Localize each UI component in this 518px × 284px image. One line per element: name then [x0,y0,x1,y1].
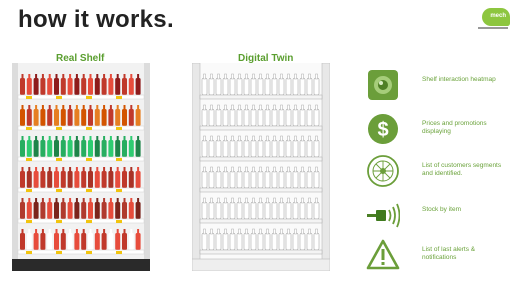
feature-prices: $ Prices and promotions displaying [360,112,510,148]
feature-label: Prices and promotions displaying [422,120,487,135]
feature-label: List of customers segments and identifie… [422,162,502,177]
heatmap-icon [368,70,398,100]
logo-text: mech [490,13,506,19]
digital-twin-image [191,62,331,272]
feature-label: Shelf interaction heatmap [422,76,496,83]
feature-segments: List of customers segments and identifie… [360,154,510,190]
brand-logo: mech [476,8,510,34]
page-title: how it works. [18,6,174,33]
alert-icon [366,239,400,270]
svg-text:$: $ [377,119,388,141]
real-shelf-image [12,63,150,271]
stock-signal-icon [367,203,400,228]
feature-label: List of last alerts & notifications [422,246,476,261]
feature-heatmap: Shelf interaction heatmap [360,68,510,104]
feature-alerts: List of last alerts & notifications [360,238,510,274]
feature-stock: Stock by item [360,198,510,234]
dollar-icon: $ [368,114,398,144]
feature-label: Stock by item [422,206,462,213]
segments-icon [367,155,399,187]
